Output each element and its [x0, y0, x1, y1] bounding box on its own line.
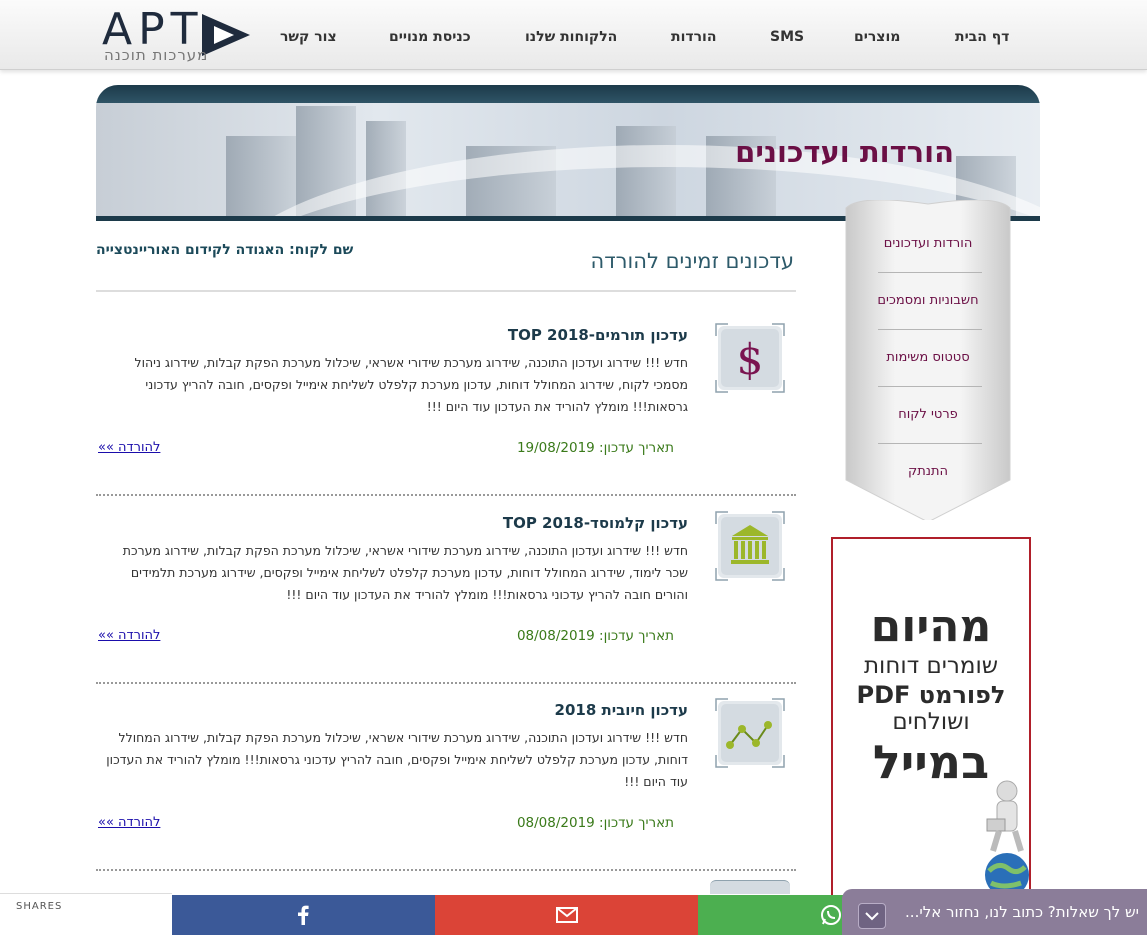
promo-line-2: שומרים דוחות — [863, 653, 999, 679]
top-navigation: APT מערכות תוכנה דף הבית מוצרים SMS הורד… — [0, 0, 1147, 70]
update-date-value: 08/08/2019 — [516, 628, 595, 644]
side-item-downloads[interactable]: הורדות ועדכונים — [858, 236, 998, 251]
item-separator — [96, 494, 796, 496]
nav-subscriber-login[interactable]: כניסת מנויים — [389, 29, 471, 45]
nav-sms[interactable]: SMS — [770, 29, 804, 45]
download-link[interactable]: להורדה »» — [98, 815, 160, 830]
gmail-icon — [556, 907, 578, 923]
promo-line-4: ושולחים — [892, 709, 970, 735]
page-title: הורדות ועדכונים — [735, 135, 954, 169]
side-item-invoices[interactable]: חשבוניות ומסמכים — [858, 293, 998, 308]
update-date: תאריך עדכון: 08/08/2019 — [517, 628, 674, 644]
update-title: עדכון תורמים-TOP 2018 — [507, 326, 688, 344]
update-date-value: 08/08/2019 — [516, 815, 595, 831]
svg-text:$: $ — [737, 335, 764, 384]
side-item-logout[interactable]: התנתק — [858, 464, 998, 479]
nav-home[interactable]: דף הבית — [955, 29, 1009, 45]
side-item-task-status[interactable]: סטטוס משימות — [858, 350, 998, 365]
dollar-icon: $ — [715, 323, 785, 393]
update-description: חדש !!! שידרוג ועדכון התוכנה, שידרוג מער… — [106, 730, 688, 789]
download-link[interactable]: להורדה »» — [98, 440, 160, 455]
update-title: עדכון קלמוסד-TOP 2018 — [502, 514, 688, 532]
side-menu: הורדות ועדכונים חשבוניות ומסמכים סטטוס מ… — [840, 200, 1016, 520]
nav-downloads[interactable]: הורדות — [671, 29, 716, 45]
globe-figure-icon — [985, 780, 1029, 895]
shares-label: SHARES — [16, 901, 63, 912]
logo-subtitle: מערכות תוכנה — [104, 46, 209, 64]
client-name: האגודה לקידום האוריינטצייה — [96, 242, 285, 258]
update-item: עדכון קלמוסד-TOP 2018 חדש !!! שידרוג ועד… — [96, 506, 796, 696]
facebook-icon — [298, 905, 309, 925]
item-separator — [96, 869, 796, 871]
gmail-share-button[interactable] — [435, 895, 698, 935]
chat-widget[interactable]: יש לך שאלות? כתוב לנו, נחזור אלי... — [842, 889, 1147, 935]
chart-icon — [715, 698, 785, 768]
promo-box[interactable]: מהיום שומרים דוחות לפורמט PDF ושולחים במ… — [831, 537, 1031, 897]
update-item: עדכון חיובית 2018 חדש !!! שידרוג ועדכון … — [96, 693, 796, 883]
facebook-share-button[interactable] — [172, 895, 435, 935]
nav-contact[interactable]: צור קשר — [280, 29, 337, 45]
section-heading: עדכונים זמינים להורדה — [590, 249, 794, 273]
update-title: עדכון חיובית 2018 — [554, 701, 688, 719]
nav-products[interactable]: מוצרים — [854, 29, 900, 45]
update-date-label: תאריך עדכון: — [599, 440, 674, 456]
update-item: $ עדכון תורמים-TOP 2018 חדש !!! שידרוג ו… — [96, 318, 796, 508]
chat-prompt: יש לך שאלות? כתוב לנו, נחזור אלי... — [905, 903, 1139, 921]
next-item-icon-partial — [710, 880, 790, 894]
update-date-label: תאריך עדכון: — [599, 628, 674, 644]
update-date-label: תאריך עדכון: — [599, 815, 674, 831]
apt-logo[interactable]: APT מערכות תוכנה — [100, 4, 260, 66]
banner-top-bar — [96, 85, 1040, 103]
side-item-client-details[interactable]: פרטי לקוח — [858, 407, 998, 422]
update-date: תאריך עדכון: 19/08/2019 — [517, 440, 674, 456]
download-link[interactable]: להורדה »» — [98, 628, 160, 643]
update-date-value: 19/08/2019 — [516, 440, 595, 456]
item-separator — [96, 682, 796, 684]
bank-icon — [715, 511, 785, 581]
promo-line-1: מהיום — [870, 601, 992, 652]
chevron-down-icon — [865, 912, 879, 921]
nav-our-clients[interactable]: הלקוחות שלנו — [525, 29, 617, 45]
client-name-line: שם לקוח: האגודה לקידום האוריינטצייה — [96, 242, 353, 258]
heading-divider — [96, 290, 796, 292]
chat-toggle-button[interactable] — [858, 903, 886, 929]
update-description: חדש !!! שידרוג ועדכון התוכנה, שידרוג מער… — [122, 543, 688, 602]
whatsapp-share-button[interactable] — [698, 895, 858, 935]
client-label: שם לקוח: — [289, 242, 354, 258]
update-date: תאריך עדכון: 08/08/2019 — [517, 815, 674, 831]
update-description: חדש !!! שידרוג ועדכון התוכנה, שידרוג מער… — [134, 355, 688, 414]
promo-line-3: לפורמט PDF — [856, 681, 1006, 709]
whatsapp-icon — [821, 905, 841, 925]
